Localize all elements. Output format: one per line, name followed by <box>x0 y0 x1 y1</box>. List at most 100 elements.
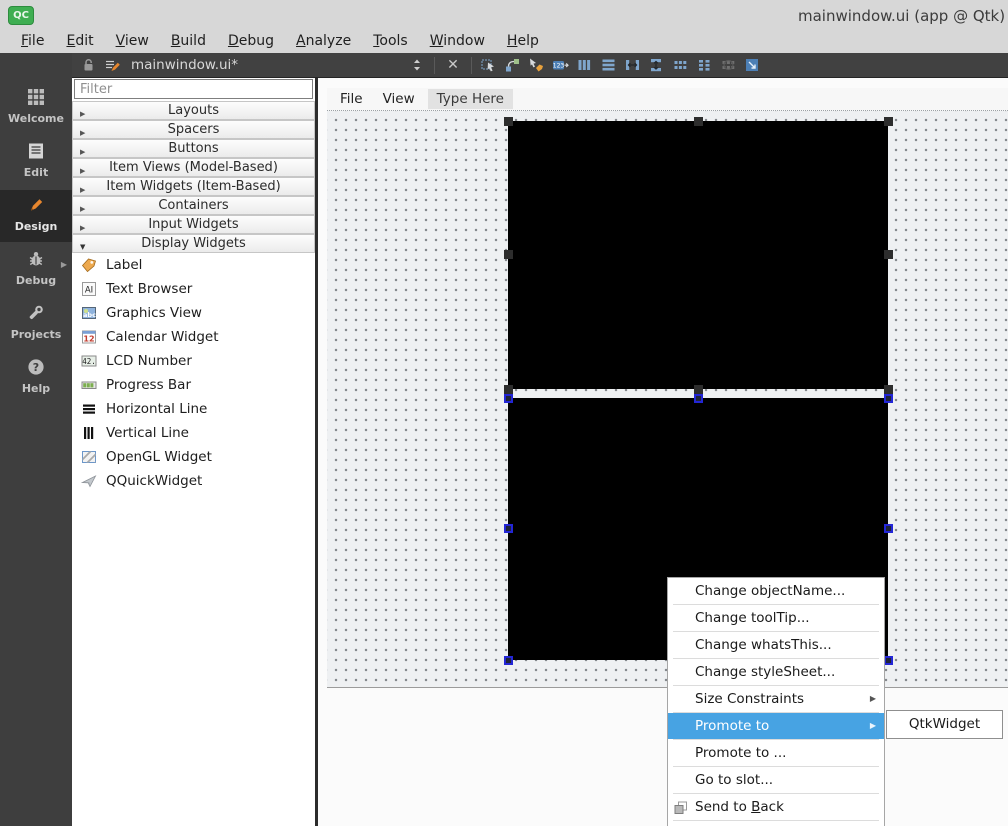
svg-text:abc: abc <box>83 311 96 319</box>
main-menubar: File Edit View Build Debug Analyze Tools… <box>0 30 1008 53</box>
category-spacers[interactable]: ▶Spacers <box>72 120 315 139</box>
resize-handle[interactable] <box>694 385 703 394</box>
layout-grid-icon[interactable] <box>672 57 690 73</box>
sidebar-item-label: Edit <box>0 166 72 179</box>
sidebar-item-welcome[interactable]: Welcome <box>0 82 72 134</box>
layout-vertically-icon[interactable] <box>600 57 618 73</box>
sidebar-item-edit[interactable]: Edit <box>0 136 72 188</box>
menu-view[interactable]: View <box>105 32 160 51</box>
widget-item-graphics-view[interactable]: abc Graphics View <box>72 301 315 325</box>
svg-text:42.: 42. <box>82 357 96 366</box>
menu-item-change-objectname[interactable]: Change objectName... <box>668 578 884 604</box>
resize-handle-selected[interactable] <box>694 394 703 403</box>
sidebar-item-help[interactable]: ? Help <box>0 352 72 404</box>
category-display-widgets[interactable]: ▼Display Widgets <box>72 234 315 253</box>
resize-handle[interactable] <box>884 117 893 126</box>
promote-submenu: QtkWidget <box>886 710 1003 739</box>
menu-item-promote-to[interactable]: Promote to▶ <box>668 713 884 739</box>
menu-file[interactable]: File <box>10 32 55 51</box>
sidebar-item-design[interactable]: Design <box>0 190 72 242</box>
svg-text:?: ? <box>33 361 39 374</box>
widget-item-qquickwidget[interactable]: QQuickWidget <box>72 469 315 493</box>
layout-horizontally-icon[interactable] <box>576 57 594 73</box>
layout-vertically-splitter-icon[interactable] <box>648 57 666 73</box>
submenu-arrow-icon: ▶ <box>870 686 876 712</box>
form-menu-type-here[interactable]: Type Here <box>428 89 513 109</box>
sidebar-item-label: Help <box>0 382 72 395</box>
menu-window[interactable]: Window <box>419 32 496 51</box>
layout-form-icon[interactable] <box>696 57 714 73</box>
widget-item-label[interactable]: Label <box>72 253 315 277</box>
menu-debug[interactable]: Debug <box>217 32 285 51</box>
resize-handle[interactable] <box>504 117 513 126</box>
widget-item-text: Label <box>106 257 142 273</box>
submenu-arrow-icon: ▶ <box>870 713 876 739</box>
category-layouts[interactable]: ▶Layouts <box>72 101 315 120</box>
layout-horizontally-splitter-icon[interactable] <box>624 57 642 73</box>
widget-item-progress-bar[interactable]: Progress Bar <box>72 373 315 397</box>
menu-item-go-to-slot[interactable]: Go to slot... <box>668 767 884 793</box>
category-input-widgets[interactable]: ▶Input Widgets <box>72 215 315 234</box>
resize-handle[interactable] <box>884 385 893 394</box>
menu-item-bring-to-front[interactable]: Bring to Front <box>668 821 884 826</box>
lock-icon[interactable] <box>80 57 98 73</box>
debug-flyout-arrow-icon[interactable]: ▶ <box>61 260 67 269</box>
widget-item-text: OpenGL Widget <box>106 449 212 465</box>
resize-handle[interactable] <box>504 250 513 259</box>
widget-item-calendar[interactable]: 12 Calendar Widget <box>72 325 315 349</box>
form-menu-file[interactable]: File <box>330 90 373 109</box>
resize-handle-selected[interactable] <box>504 394 513 403</box>
menu-analyze[interactable]: Analyze <box>285 32 362 51</box>
edit-tab-order-icon[interactable]: 123 <box>552 57 570 73</box>
widget-item-text: QQuickWidget <box>106 473 202 489</box>
submenu-item-qtkwidget[interactable]: QtkWidget <box>909 716 980 732</box>
widget-item-text: Horizontal Line <box>106 401 207 417</box>
graphics-view-icon: abc <box>81 305 97 321</box>
widget-item-text-browser[interactable]: AI Text Browser <box>72 277 315 301</box>
category-containers[interactable]: ▶Containers <box>72 196 315 215</box>
widget-item-lcd-number[interactable]: 42. LCD Number <box>72 349 315 373</box>
widget-item-vertical-line[interactable]: Vertical Line <box>72 421 315 445</box>
filter-input[interactable] <box>74 79 313 99</box>
menu-item-change-stylesheet[interactable]: Change styleSheet... <box>668 659 884 685</box>
text-browser-icon: AI <box>81 281 97 297</box>
menu-build[interactable]: Build <box>160 32 217 51</box>
menu-item-promote-to-dialog[interactable]: Promote to ... <box>668 740 884 766</box>
widget-item-horizontal-line[interactable]: Horizontal Line <box>72 397 315 421</box>
category-item-widgets[interactable]: ▶Item Widgets (Item-Based) <box>72 177 315 196</box>
edit-widgets-icon[interactable] <box>480 57 498 73</box>
resize-handle-selected[interactable] <box>884 394 893 403</box>
edit-buddies-icon[interactable] <box>528 57 546 73</box>
menu-item-send-to-back[interactable]: Send to Back <box>668 794 884 820</box>
document-selector-icon[interactable] <box>408 57 426 73</box>
resize-handle-selected[interactable] <box>504 656 513 665</box>
menu-help[interactable]: Help <box>496 32 550 51</box>
resize-handle[interactable] <box>694 117 703 126</box>
widget-item-opengl[interactable]: OpenGL Widget <box>72 445 315 469</box>
menu-item-change-tooltip[interactable]: Change toolTip... <box>668 605 884 631</box>
menu-item-label: Change toolTip... <box>695 610 810 626</box>
resize-handle[interactable] <box>504 385 513 394</box>
resize-handle-selected[interactable] <box>504 524 513 533</box>
resize-handle-selected[interactable] <box>884 656 893 665</box>
menu-item-label: Change objectName... <box>695 583 845 599</box>
category-buttons[interactable]: ▶Buttons <box>72 139 315 158</box>
sidebar-item-projects[interactable]: Projects <box>0 298 72 350</box>
edit-signals-slots-icon[interactable] <box>504 57 522 73</box>
form-menu-view[interactable]: View <box>373 90 425 109</box>
menu-edit[interactable]: Edit <box>55 32 104 51</box>
resize-handle-selected[interactable] <box>884 524 893 533</box>
close-document-icon[interactable]: ✕ <box>447 57 459 73</box>
category-item-views[interactable]: ▶Item Views (Model-Based) <box>72 158 315 177</box>
menu-tools[interactable]: Tools <box>362 32 419 51</box>
black-widget-1[interactable] <box>508 121 888 389</box>
resize-handle[interactable] <box>884 250 893 259</box>
menu-item-size-constraints[interactable]: Size Constraints▶ <box>668 686 884 712</box>
sidebar-item-label: Welcome <box>0 112 72 125</box>
adjust-size-icon[interactable] <box>744 57 762 73</box>
category-label: Input Widgets <box>148 217 238 232</box>
open-document-tab[interactable]: mainwindow.ui* <box>131 57 238 73</box>
sidebar-item-debug[interactable]: ▶ Debug <box>0 244 72 296</box>
menu-item-change-whatsthis[interactable]: Change whatsThis... <box>668 632 884 658</box>
document-icon <box>27 145 45 164</box>
